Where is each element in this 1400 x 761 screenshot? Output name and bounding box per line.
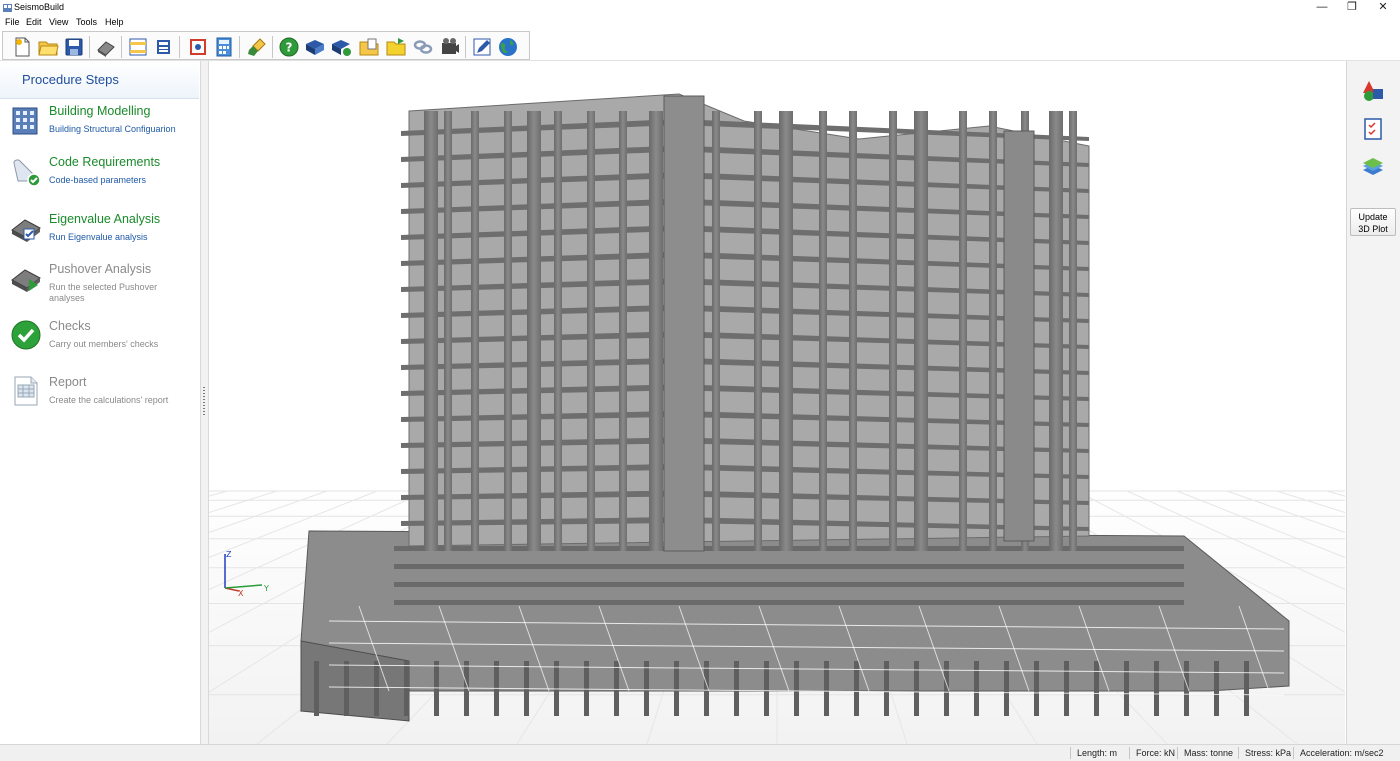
- video-icon[interactable]: [439, 36, 461, 58]
- building-icon: [12, 107, 38, 135]
- toolbar-strip: ?: [2, 31, 530, 60]
- menu-edit[interactable]: Edit: [26, 17, 42, 27]
- open-folder-icon[interactable]: [37, 36, 59, 58]
- procedure-header: Procedure Steps: [0, 61, 199, 99]
- update-label-line2: 3D Plot: [1358, 224, 1388, 234]
- pushover-icon: [11, 269, 41, 292]
- menu-view[interactable]: View: [49, 17, 68, 27]
- step-building-modelling[interactable]: Building Modelling Building Structural C…: [0, 104, 199, 154]
- globe-icon[interactable]: [497, 36, 519, 58]
- status-bar: Length: m Force: kN Mass: tonne Stress: …: [0, 744, 1400, 761]
- title-bar: SeismoBuild — ❐ ✕: [0, 0, 1400, 15]
- eigenvalue-icon: [11, 219, 41, 242]
- step-description: Run Eigenvalue analysis: [49, 232, 148, 242]
- menu-tools[interactable]: Tools: [76, 17, 97, 27]
- step-description: Carry out members' checks: [49, 339, 159, 349]
- status-separator: [1293, 747, 1294, 759]
- view-panel: Update 3D Plot: [1346, 61, 1400, 744]
- panel-splitter[interactable]: [201, 61, 209, 744]
- axis-y-label: Y: [263, 584, 269, 593]
- step-name: Eigenvalue Analysis: [49, 212, 161, 226]
- axis-x-label: X: [238, 589, 244, 598]
- code-requirements-icon: [13, 159, 41, 187]
- svg-text:?: ?: [286, 41, 293, 55]
- brush-icon[interactable]: [246, 36, 268, 58]
- building-tower: [401, 93, 1090, 552]
- step-name: Pushover Analysis: [49, 262, 152, 276]
- window-title: SeismoBuild: [14, 2, 65, 12]
- minimize-button[interactable]: —: [1305, 0, 1339, 15]
- calculator-icon[interactable]: [213, 36, 235, 58]
- step-name: Code Requirements: [49, 155, 161, 169]
- app-icon: [3, 4, 12, 12]
- shapes-icon[interactable]: [1360, 77, 1386, 103]
- step-code-requirements[interactable]: Code Requirements Code-based parameters: [0, 155, 199, 205]
- status-separator: [1238, 747, 1239, 759]
- layers-icon[interactable]: [1360, 155, 1386, 181]
- tutorial-icon[interactable]: [330, 36, 352, 58]
- step-name: Report: [49, 375, 87, 389]
- toolbar: ?: [0, 30, 1400, 61]
- manual-icon[interactable]: [304, 36, 326, 58]
- axis-z-label: Z: [226, 550, 232, 559]
- close-button[interactable]: ✕: [1366, 0, 1400, 15]
- step-name: Checks: [49, 319, 91, 333]
- procedure-panel: Procedure Steps Building Modelling Build…: [0, 61, 201, 744]
- building-model-icon[interactable]: [187, 36, 209, 58]
- step-description: Code-based parameters: [49, 175, 147, 185]
- status-stress-unit: Stress: kPa: [1245, 748, 1292, 758]
- menu-help[interactable]: Help: [105, 17, 124, 27]
- step-checks[interactable]: Checks Carry out members' checks: [0, 319, 199, 369]
- status-mass-unit: Mass: tonne: [1184, 748, 1234, 758]
- splitter-grip[interactable]: [203, 387, 205, 415]
- status-acceleration-unit: Acceleration: m/sec2: [1300, 748, 1384, 758]
- toolbar-separator: [89, 36, 90, 58]
- toolbar-separator: [239, 36, 240, 58]
- step-description: Create the calculations' report: [49, 395, 169, 405]
- checklist-icon[interactable]: [1360, 116, 1386, 142]
- layout-icon[interactable]: [127, 36, 149, 58]
- toolbar-separator: [121, 36, 122, 58]
- help-icon[interactable]: ?: [278, 36, 300, 58]
- menu-bar: File Edit View Tools Help: [0, 15, 1400, 29]
- toolbar-separator: [465, 36, 466, 58]
- print-icon[interactable]: [153, 36, 175, 58]
- toolbar-separator: [179, 36, 180, 58]
- checkmark-icon: [11, 320, 41, 350]
- status-force-unit: Force: kN: [1136, 748, 1176, 758]
- procedure-title: Procedure Steps: [22, 72, 119, 87]
- report-icon: [14, 376, 38, 406]
- restore-button[interactable]: ❐: [1335, 0, 1369, 15]
- 3d-viewport[interactable]: Z X Y: [209, 61, 1345, 744]
- step-report[interactable]: Report Create the calculations' report: [0, 375, 199, 425]
- new-file-icon[interactable]: [11, 36, 33, 58]
- step-pushover-analysis[interactable]: Pushover Analysis Run the selected Pusho…: [0, 262, 199, 312]
- save-icon[interactable]: [63, 36, 85, 58]
- toolbar-separator: [272, 36, 273, 58]
- settings-icon[interactable]: [95, 36, 117, 58]
- step-description: Building Structural Configuarion: [49, 124, 176, 134]
- folder-samples-icon[interactable]: [385, 36, 407, 58]
- step-eigenvalue-analysis[interactable]: Eigenvalue Analysis Run Eigenvalue analy…: [0, 212, 199, 262]
- folder-docs-icon[interactable]: [358, 36, 380, 58]
- status-separator: [1129, 747, 1130, 759]
- step-description: Run the selected Pushover analyses: [49, 282, 158, 303]
- step-name: Building Modelling: [49, 104, 151, 118]
- status-separator: [1070, 747, 1071, 759]
- status-separator: [1177, 747, 1178, 759]
- 3d-model-view[interactable]: Z X Y: [209, 61, 1345, 744]
- menu-file[interactable]: File: [5, 17, 20, 27]
- edit-icon[interactable]: [471, 36, 493, 58]
- chain-icon[interactable]: [412, 36, 434, 58]
- update-3d-plot-button[interactable]: Update 3D Plot: [1350, 208, 1396, 236]
- status-length-unit: Length: m: [1077, 748, 1118, 758]
- update-label-line1: Update: [1358, 212, 1388, 222]
